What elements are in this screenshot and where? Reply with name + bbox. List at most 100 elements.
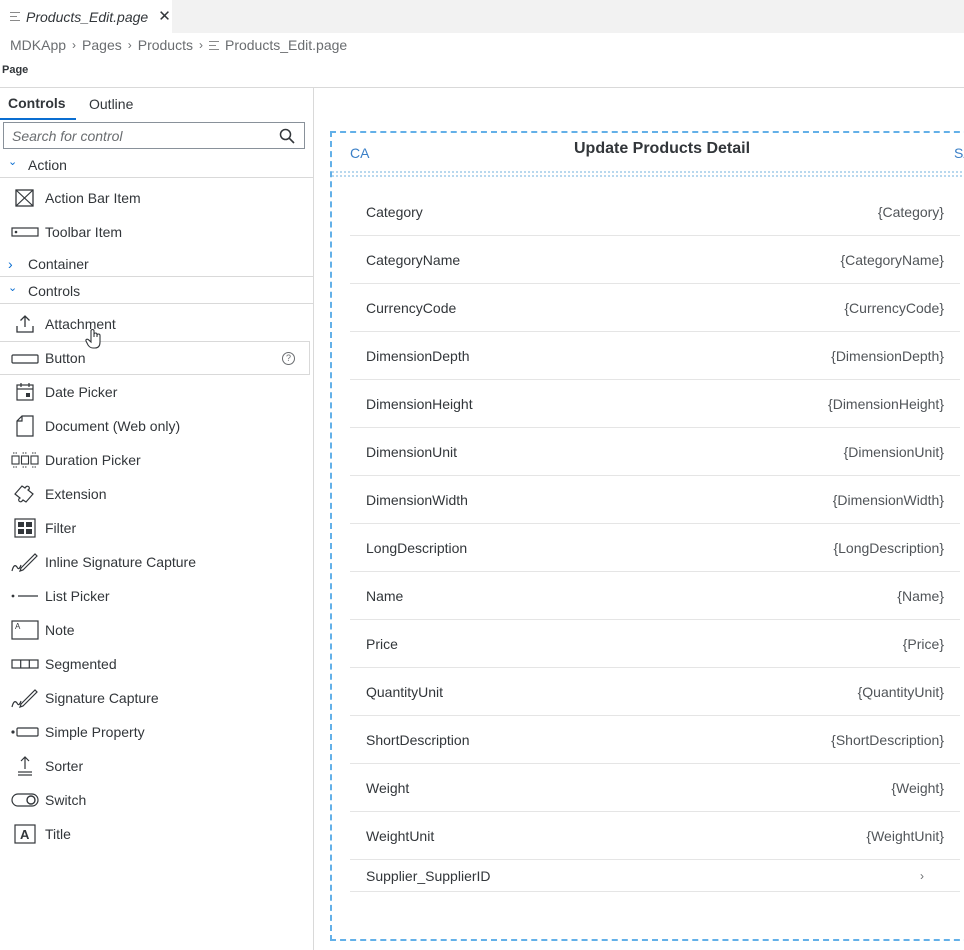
- breadcrumb-separator: ›: [198, 38, 203, 52]
- form-row-currency-code[interactable]: CurrencyCode {CurrencyCode}: [350, 284, 960, 332]
- control-item-inline-signature-capture[interactable]: Inline Signature Capture: [0, 545, 310, 579]
- control-item-date-picker[interactable]: Date Picker: [0, 375, 310, 409]
- form-row-long-description[interactable]: LongDescription {LongDescription}: [350, 524, 960, 572]
- upload-icon: [10, 313, 40, 335]
- control-item-label: Attachment: [45, 316, 116, 332]
- control-item-switch[interactable]: Switch: [0, 783, 310, 817]
- form-row-dimension-height[interactable]: DimensionHeight {DimensionHeight}: [350, 380, 960, 428]
- form-row-key: DimensionUnit: [366, 443, 458, 460]
- group-action[interactable]: ⌄ Action: [0, 152, 313, 178]
- form-row-weight[interactable]: Weight {Weight}: [350, 764, 960, 812]
- note-icon: A: [10, 619, 40, 641]
- panel-divider[interactable]: [313, 88, 314, 950]
- form-row-name[interactable]: Name {Name}: [350, 572, 960, 620]
- breadcrumb: MDKApp › Pages › Products › Products_Edi…: [10, 36, 347, 54]
- form-row-value: {QuantityUnit}: [857, 683, 944, 700]
- group-container[interactable]: › Container: [0, 251, 313, 277]
- form-row-value: {DimensionDepth}: [831, 347, 944, 364]
- form-row-value: {LongDescription}: [833, 539, 944, 556]
- form-row-category[interactable]: Category {Category}: [350, 188, 960, 236]
- control-item-button[interactable]: Button ?: [0, 341, 310, 375]
- chevron-down-icon: ⌄: [8, 282, 18, 294]
- editor-tab-title: Products_Edit.page: [26, 8, 149, 25]
- control-item-label: Filter: [45, 520, 77, 536]
- control-item-label: List Picker: [45, 588, 110, 604]
- form-row-key: QuantityUnit: [366, 683, 444, 700]
- svg-text:A: A: [15, 622, 21, 631]
- form-row-key: WeightUnit: [366, 827, 435, 844]
- chevron-right-icon: ›: [8, 255, 13, 272]
- group-label: Container: [28, 255, 89, 272]
- control-item-label: Switch: [45, 792, 87, 808]
- control-item-segmented[interactable]: Segmented: [0, 647, 310, 681]
- control-item-sorter[interactable]: Sorter: [0, 749, 310, 783]
- form-row-value: {DimensionUnit}: [843, 443, 944, 460]
- breadcrumb-item-mdkapp[interactable]: MDKApp: [10, 37, 66, 53]
- control-item-extension[interactable]: Extension: [0, 477, 310, 511]
- form-row-key: Weight: [366, 779, 410, 796]
- form-row-value: {CurrencyCode}: [844, 299, 944, 316]
- control-item-attachment[interactable]: Attachment: [0, 307, 310, 341]
- help-icon[interactable]: ?: [282, 352, 295, 365]
- page-action-bar: CA Update Products Detail SA: [332, 133, 964, 173]
- form-row-weight-unit[interactable]: WeightUnit {WeightUnit}: [350, 812, 960, 860]
- group-controls[interactable]: ⌄ Controls: [0, 278, 313, 304]
- button-icon: [10, 348, 40, 370]
- control-item-filter[interactable]: Filter: [0, 511, 310, 545]
- page-canvas[interactable]: CA Update Products Detail SA Category {C…: [330, 131, 964, 941]
- hand-cursor-icon: [85, 328, 101, 349]
- control-item-note[interactable]: A Note: [0, 613, 310, 647]
- svg-text:A: A: [20, 827, 30, 842]
- breadcrumb-item-products[interactable]: Products: [138, 37, 193, 53]
- form-row-value: {Category}: [877, 203, 944, 220]
- control-item-document[interactable]: Document (Web only): [0, 409, 310, 443]
- form-row-short-description[interactable]: ShortDescription {ShortDescription}: [350, 716, 960, 764]
- form-row-value: {Name}: [897, 587, 944, 604]
- control-item-title[interactable]: A Title: [0, 817, 310, 851]
- breadcrumb-separator: ›: [127, 38, 132, 52]
- action-bar-divider: [332, 171, 964, 177]
- group-label: Controls: [28, 282, 81, 299]
- control-item-toolbar-item[interactable]: Toolbar Item: [0, 215, 310, 249]
- form-row-value: {DimensionWidth}: [832, 491, 944, 508]
- form-row-supplier-id[interactable]: Supplier_SupplierID ›: [350, 860, 960, 892]
- editor-tab-products-edit[interactable]: Products_Edit.page ✕: [0, 0, 172, 33]
- puzzle-icon: [10, 483, 40, 505]
- tab-outline[interactable]: Outline: [89, 88, 133, 120]
- save-button[interactable]: SA: [954, 145, 964, 161]
- duration-icon: [10, 449, 40, 471]
- form-row-key: CategoryName: [366, 251, 461, 268]
- form-row-quantity-unit[interactable]: QuantityUnit {QuantityUnit}: [350, 668, 960, 716]
- close-icon[interactable]: ✕: [158, 9, 171, 24]
- control-item-label: Extension: [45, 486, 107, 502]
- form-row-value: {Weight}: [891, 779, 944, 796]
- form-row-key: LongDescription: [366, 539, 468, 556]
- form-row-dimension-width[interactable]: DimensionWidth {DimensionWidth}: [350, 476, 960, 524]
- form-row-price[interactable]: Price {Price}: [350, 620, 960, 668]
- control-item-label: Document (Web only): [45, 418, 181, 434]
- form-row-category-name[interactable]: CategoryName {CategoryName}: [350, 236, 960, 284]
- action-bar-item-icon: [10, 187, 40, 209]
- control-item-label: Inline Signature Capture: [45, 554, 196, 570]
- search-icon[interactable]: [279, 128, 295, 144]
- signature-icon: [10, 551, 40, 573]
- control-item-label: Simple Property: [45, 724, 145, 740]
- form-row-dimension-unit[interactable]: DimensionUnit {DimensionUnit}: [350, 428, 960, 476]
- switch-icon: [10, 789, 40, 811]
- control-item-duration-picker[interactable]: Duration Picker: [0, 443, 310, 477]
- control-item-label: Action Bar Item: [45, 190, 141, 206]
- simple-property-icon: [10, 721, 40, 743]
- sorter-icon: [10, 755, 40, 777]
- form-row-key: Category: [366, 203, 423, 220]
- control-item-signature-capture[interactable]: Signature Capture: [0, 681, 310, 715]
- tab-controls[interactable]: Controls: [0, 88, 76, 120]
- form-row-dimension-depth[interactable]: DimensionDepth {DimensionDepth}: [350, 332, 960, 380]
- control-item-label: Sorter: [45, 758, 84, 774]
- form-row-key: Supplier_SupplierID: [366, 867, 491, 884]
- form-row-value: {DimensionHeight}: [828, 395, 944, 412]
- breadcrumb-item-pages[interactable]: Pages: [82, 37, 122, 53]
- control-item-simple-property[interactable]: Simple Property: [0, 715, 310, 749]
- control-search-input[interactable]: [12, 127, 272, 144]
- control-item-list-picker[interactable]: List Picker: [0, 579, 310, 613]
- control-item-action-bar-item[interactable]: Action Bar Item: [0, 181, 310, 215]
